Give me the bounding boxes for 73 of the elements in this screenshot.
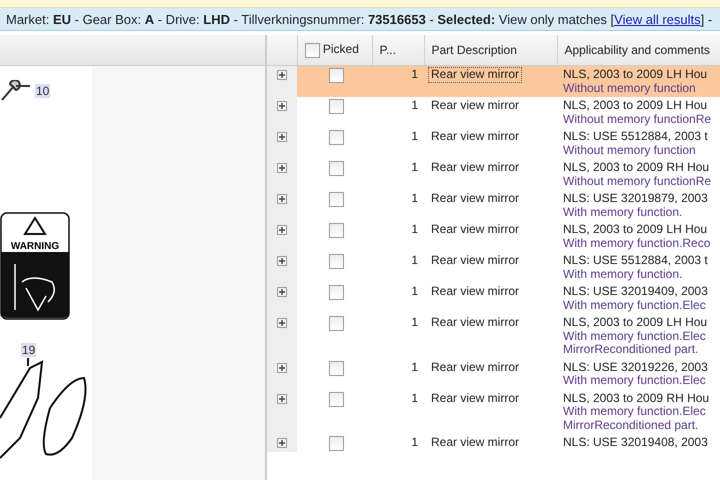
checkbox[interactable]	[329, 285, 344, 300]
expand-icon[interactable]	[277, 194, 287, 204]
applicability-cell-text: NLS, 2003 to 2009 RH Hou With memory function.Elec MirrorReconditioned part.	[562, 390, 710, 434]
filter-summary: Market: EU - Gear Box: A - Drive: LHD - Tillverkningsnummer: 73516653 - Selected: View only matches [View all results] -	[0, 8, 720, 31]
table-row[interactable]: 1 Rear view mirror NLS, 2003 to 2009 LH Hou Without memory function	[267, 66, 720, 97]
table-row[interactable]: 1 Rear view mirror NLS, 2003 to 2009 LH Hou Without memory functionRe	[267, 97, 720, 128]
checkbox[interactable]	[329, 360, 344, 376]
callout-number: 10	[35, 84, 50, 98]
part-description: Rear view mirror	[430, 98, 520, 114]
expand-icon[interactable]	[277, 362, 287, 372]
checkbox[interactable]	[329, 316, 344, 331]
expand-icon[interactable]	[277, 132, 287, 142]
part-description: Rear view mirror	[430, 222, 520, 238]
quantity-cell-text: 1	[410, 128, 419, 145]
column-header[interactable]: P...	[372, 35, 424, 66]
part-description: Rear view mirror	[430, 315, 520, 330]
expand-icon[interactable]	[277, 318, 287, 328]
bolt-drawing	[0, 80, 30, 102]
part-description: Rear view mirror	[430, 160, 520, 176]
quantity-cell-text: 1	[410, 252, 419, 269]
applicability-cell-text: NLS: USE 5512884, 2003 t With memory function.	[562, 252, 709, 282]
checkbox[interactable]	[329, 223, 344, 238]
checkbox[interactable]	[329, 254, 344, 269]
part-description: Rear view mirror	[430, 129, 520, 144]
part-description: Rear view mirror	[430, 390, 520, 406]
part-description: Rear view mirror	[430, 191, 520, 206]
part-description: Rear view mirror	[430, 435, 520, 450]
part-description: Rear view mirror	[430, 253, 520, 268]
quantity-cell-text: 1	[410, 283, 419, 300]
quantity-cell: 1	[372, 97, 424, 128]
quantity-cell-text: 1	[410, 358, 419, 376]
applicability-cell: NLS, 2003 to 2009 LH Hou Without memory function	[557, 66, 720, 97]
checkbox[interactable]	[329, 436, 344, 451]
expand-icon[interactable]	[277, 287, 287, 297]
checkbox[interactable]	[329, 99, 344, 114]
applicability-cell-text: NLS: USE 32019408, 2003	[562, 434, 709, 451]
checkbox[interactable]	[329, 68, 344, 83]
quantity-cell-text: 1	[410, 434, 419, 451]
applicability-cell-text: NLS, 2003 to 2009 RH Hou Without memory functionRe	[562, 159, 712, 190]
column-header[interactable]: Picked	[297, 35, 372, 66]
column-header[interactable]: Part Description	[424, 35, 557, 66]
quantity-cell-text: 1	[410, 159, 419, 176]
applicability-cell-text: NLS: USE 32019879, 2003 With memory function.	[562, 190, 709, 220]
column-header[interactable]: Applicability and comments	[557, 35, 720, 66]
part-description: Rear view mirror	[430, 284, 520, 300]
applicability-cell-text: NLS: USE 32019226, 2003 With memory function.Elec	[562, 358, 709, 389]
applicability-cell-text: NLS: USE 5512884, 2003 t Without memory function	[562, 128, 709, 158]
callout-number: 19	[21, 343, 36, 357]
quantity-cell-text: 1	[410, 190, 419, 207]
checkbox[interactable]	[304, 42, 320, 58]
checkbox[interactable]	[329, 161, 344, 176]
applicability-cell: NLS, 2003 to 2009 LH Hou Without memory functionRe	[557, 97, 720, 128]
expand-icon[interactable]	[277, 394, 287, 404]
applicability-cell-text: NLS, 2003 to 2009 LH Hou With memory function.Reco	[562, 221, 712, 252]
expand-icon[interactable]	[277, 70, 287, 80]
part-description: Rear view mirror	[428, 67, 522, 82]
expand-icon[interactable]	[277, 256, 287, 266]
applicability-cell-text: NLS, 2003 to 2009 LH Hou With memory function.Elec MirrorReconditioned part.	[562, 314, 708, 358]
expand-icon[interactable]	[277, 163, 287, 173]
quantity-cell-text: 1	[410, 221, 419, 238]
part-description: Rear view mirror	[430, 360, 520, 375]
applicability-cell-text: NLS: USE 32019409, 2003 With memory function.Elec	[562, 283, 709, 314]
expand-icon[interactable]	[277, 101, 287, 111]
view-all-results-link[interactable]: View all results	[614, 12, 701, 26]
quantity-cell-text: 1	[410, 314, 419, 331]
warning-label-drawing: WARNING	[0, 212, 70, 320]
quantity-cell-text: 1	[410, 390, 419, 406]
checkbox[interactable]	[329, 392, 344, 406]
expand-icon[interactable]	[277, 225, 287, 235]
quantity-cell: 1	[372, 66, 424, 97]
expand-icon[interactable]	[277, 438, 287, 448]
checkbox[interactable]	[329, 130, 344, 145]
checkbox[interactable]	[329, 192, 344, 207]
